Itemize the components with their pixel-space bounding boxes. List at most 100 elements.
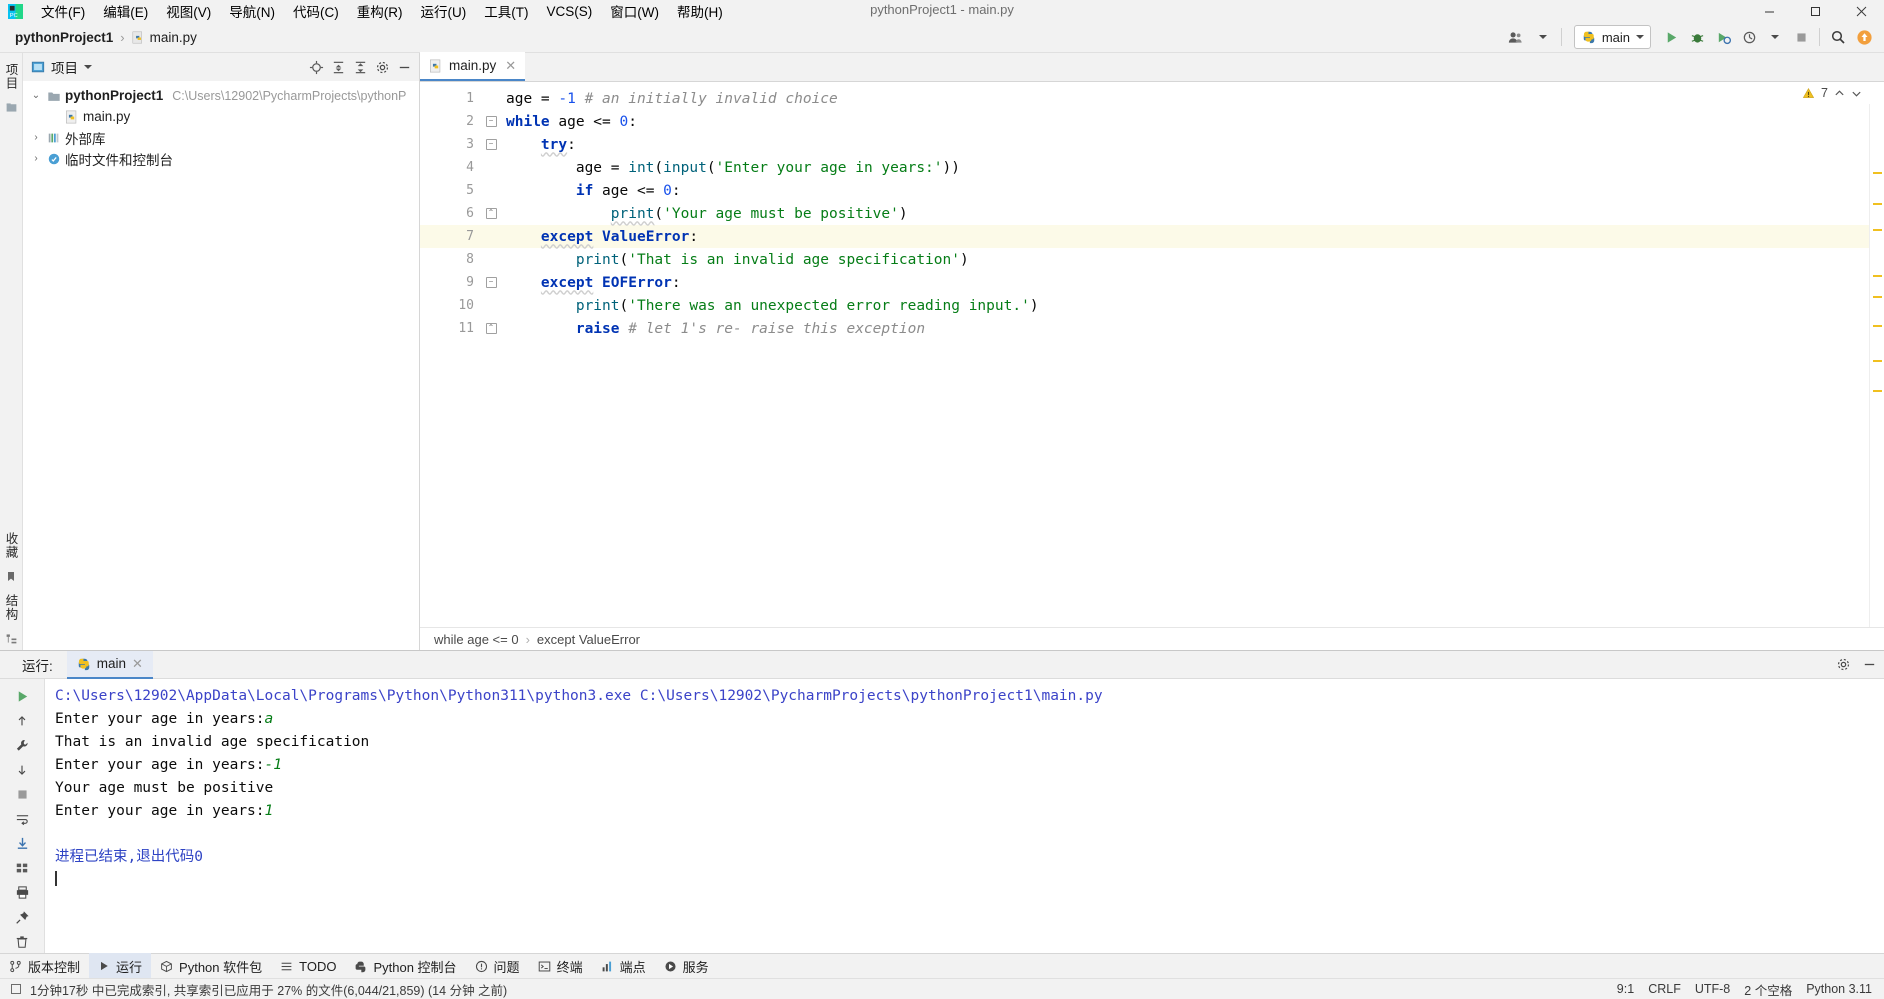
bottom-item-run[interactable]: 运行 bbox=[89, 953, 152, 979]
user-account-dropdown-icon[interactable] bbox=[1531, 25, 1555, 49]
search-icon[interactable] bbox=[1826, 25, 1850, 49]
warning-marker[interactable] bbox=[1873, 229, 1882, 231]
minimize-button[interactable] bbox=[1746, 0, 1792, 22]
status-line-separator[interactable]: CRLF bbox=[1648, 982, 1681, 996]
profile-button[interactable] bbox=[1737, 25, 1761, 49]
run-configuration-selector[interactable]: main bbox=[1573, 25, 1651, 49]
bottom-item-endpoints[interactable]: 端点 bbox=[592, 953, 655, 979]
fold-minus-icon[interactable]: − bbox=[485, 277, 497, 288]
soft-wrap-icon[interactable] bbox=[8, 808, 36, 831]
status-index-message[interactable]: 1分钟17秒 中已完成索引, 共享索引已应用于 27% 的文件(6,044/21… bbox=[30, 980, 507, 999]
wrench-settings-icon[interactable] bbox=[8, 734, 36, 757]
scroll-up-icon[interactable] bbox=[8, 710, 36, 733]
fold-end-icon[interactable]: ⌃ bbox=[485, 323, 497, 334]
tree-node-external-libraries[interactable]: › 外部库 bbox=[23, 127, 419, 148]
clear-all-icon[interactable] bbox=[8, 930, 36, 953]
chevron-right-icon[interactable]: › bbox=[29, 132, 43, 143]
warning-marker[interactable] bbox=[1873, 325, 1882, 327]
tab-mainpy[interactable]: main.py ✕ bbox=[420, 52, 526, 81]
bottom-item-version-control[interactable]: 版本控制 bbox=[0, 953, 89, 979]
bottom-item-terminal[interactable]: 终端 bbox=[529, 953, 592, 979]
code-folding-gutter[interactable]: − − ⌃ − ⌃ bbox=[482, 82, 500, 627]
debug-button[interactable] bbox=[1685, 25, 1709, 49]
status-interpreter[interactable]: Python 3.11 bbox=[1806, 982, 1872, 996]
menu-item-file[interactable]: 文件(F) bbox=[32, 0, 94, 23]
close-icon[interactable]: ✕ bbox=[132, 656, 143, 672]
marker-gutter[interactable] bbox=[1869, 82, 1884, 627]
chevron-down-icon[interactable] bbox=[1851, 88, 1862, 99]
warning-marker[interactable] bbox=[1873, 390, 1882, 392]
breadcrumb-file[interactable]: main.py bbox=[129, 28, 200, 47]
menu-item-tools[interactable]: 工具(T) bbox=[475, 0, 537, 23]
menu-item-window[interactable]: 窗口(W) bbox=[601, 0, 668, 23]
code-text-area[interactable]: age = -1 # an initially invalid choice w… bbox=[500, 82, 1869, 627]
sidebar-item-structure[interactable]: 结构 bbox=[0, 588, 23, 627]
print-icon[interactable] bbox=[8, 881, 36, 904]
menu-item-vcs[interactable]: VCS(S) bbox=[538, 2, 602, 21]
fold-slot[interactable]: ⌃ bbox=[482, 317, 500, 340]
tree-node-scratches[interactable]: › 临时文件和控制台 bbox=[23, 148, 419, 169]
expand-all-icon[interactable] bbox=[327, 56, 349, 78]
sidebar-item-project[interactable]: 项目 bbox=[0, 57, 23, 96]
user-account-icon[interactable] bbox=[1505, 25, 1529, 49]
fold-minus-icon[interactable]: − bbox=[485, 116, 497, 127]
status-indent[interactable]: 2 个空格 bbox=[1744, 980, 1792, 999]
stop-process-button[interactable] bbox=[8, 783, 36, 806]
menu-item-run[interactable]: 运行(U) bbox=[412, 0, 476, 23]
chevron-up-icon[interactable] bbox=[1834, 88, 1845, 99]
bottom-item-services[interactable]: 服务 bbox=[655, 953, 718, 979]
tree-node-mainpy[interactable]: main.py bbox=[23, 106, 419, 127]
fold-slot[interactable]: − bbox=[482, 133, 500, 156]
structure-tree-icon[interactable] bbox=[5, 632, 18, 645]
hide-panel-icon[interactable] bbox=[393, 56, 415, 78]
close-icon[interactable]: ✕ bbox=[505, 58, 516, 74]
bottom-item-problems[interactable]: 问题 bbox=[466, 953, 529, 979]
menu-item-navigate[interactable]: 导航(N) bbox=[220, 0, 284, 23]
bottom-item-todo[interactable]: TODO bbox=[271, 953, 345, 979]
fold-slot[interactable]: ⌃ bbox=[482, 202, 500, 225]
warning-marker[interactable] bbox=[1873, 172, 1882, 174]
profile-dropdown-icon[interactable] bbox=[1763, 25, 1787, 49]
locate-file-icon[interactable] bbox=[305, 56, 327, 78]
collapse-all-icon[interactable] bbox=[349, 56, 371, 78]
updates-icon[interactable] bbox=[1852, 25, 1876, 49]
breadcrumb-scope-while[interactable]: while age <= 0 bbox=[434, 632, 519, 647]
stop-button[interactable] bbox=[1789, 25, 1813, 49]
scroll-down-icon[interactable] bbox=[8, 759, 36, 782]
menu-item-view[interactable]: 视图(V) bbox=[157, 0, 220, 23]
tree-node-project[interactable]: ⌄ pythonProject1 C:\Users\12902\PycharmP… bbox=[23, 85, 419, 106]
bottom-item-python-console[interactable]: Python 控制台 bbox=[345, 953, 465, 979]
warning-marker[interactable] bbox=[1873, 203, 1882, 205]
menu-item-code[interactable]: 代码(C) bbox=[284, 0, 348, 23]
warning-marker[interactable] bbox=[1873, 296, 1882, 298]
grid-view-icon[interactable] bbox=[8, 857, 36, 880]
maximize-button[interactable] bbox=[1792, 0, 1838, 22]
close-button[interactable] bbox=[1838, 0, 1884, 22]
run-tab-main[interactable]: main ✕ bbox=[66, 650, 153, 679]
menu-bar[interactable]: 文件(F) 编辑(E) 视图(V) 导航(N) 代码(C) 重构(R) 运行(U… bbox=[32, 0, 732, 22]
warning-marker[interactable] bbox=[1873, 275, 1882, 277]
breadcrumb-project[interactable]: pythonProject1 bbox=[12, 28, 116, 47]
breadcrumb-scope-except[interactable]: except ValueError bbox=[537, 632, 640, 647]
menu-item-refactor[interactable]: 重构(R) bbox=[348, 0, 412, 23]
bottom-item-python-packages[interactable]: Python 软件包 bbox=[151, 953, 271, 979]
run-with-coverage-button[interactable] bbox=[1711, 25, 1735, 49]
fold-slot[interactable]: − bbox=[482, 110, 500, 133]
fold-end-icon[interactable]: ⌃ bbox=[485, 208, 497, 219]
menu-item-help[interactable]: 帮助(H) bbox=[668, 0, 732, 23]
run-button[interactable] bbox=[1659, 25, 1683, 49]
run-settings-gear-icon[interactable] bbox=[1832, 654, 1854, 676]
console-output[interactable]: C:\Users\12902\AppData\Local\Programs\Py… bbox=[45, 679, 1884, 953]
sidebar-item-favorites[interactable]: 收藏 bbox=[0, 526, 23, 565]
chevron-down-icon[interactable]: ⌄ bbox=[29, 90, 43, 101]
bookmark-icon[interactable] bbox=[5, 570, 17, 583]
fold-slot[interactable]: − bbox=[482, 271, 500, 294]
warning-marker[interactable] bbox=[1873, 360, 1882, 362]
code-editor[interactable]: 1 2 3 4 5 6 7 8 9 10 11 − − ⌃ − ⌃ age = … bbox=[420, 82, 1884, 627]
rerun-button[interactable] bbox=[8, 685, 36, 708]
scroll-to-end-icon[interactable] bbox=[8, 832, 36, 855]
status-encoding[interactable]: UTF-8 bbox=[1695, 982, 1730, 996]
gear-icon[interactable] bbox=[371, 56, 393, 78]
project-panel-title[interactable]: 项目 bbox=[31, 57, 92, 77]
pin-icon[interactable] bbox=[8, 906, 36, 929]
